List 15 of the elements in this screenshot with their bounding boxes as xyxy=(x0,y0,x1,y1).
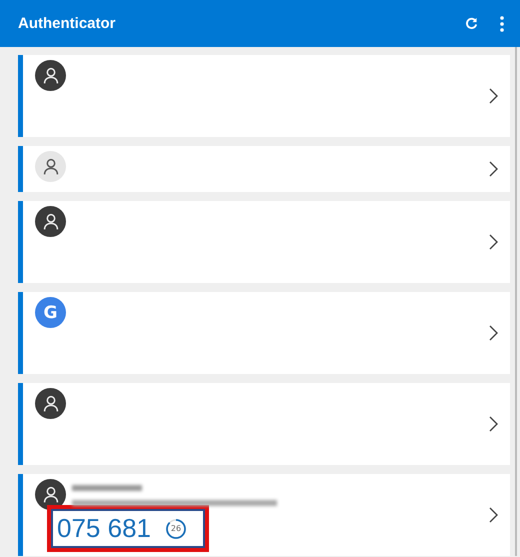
account-card[interactable] xyxy=(18,201,510,283)
letter-avatar: G xyxy=(35,297,66,328)
chevron-right-icon xyxy=(488,416,498,432)
account-card[interactable]: 075 681 26 xyxy=(18,474,510,556)
app-title: Authenticator xyxy=(18,15,116,32)
account-card[interactable] xyxy=(18,383,510,465)
chevron-right-icon xyxy=(488,325,498,341)
chevron-right-icon xyxy=(488,161,498,177)
countdown-timer: 26 xyxy=(164,518,187,540)
account-card[interactable]: G xyxy=(18,292,510,374)
chevron-right-icon xyxy=(488,234,498,250)
chevron-right-icon xyxy=(488,88,498,104)
verification-code: 075 681 xyxy=(57,513,151,544)
chevron-right-icon xyxy=(488,507,498,523)
account-card[interactable] xyxy=(18,55,510,137)
